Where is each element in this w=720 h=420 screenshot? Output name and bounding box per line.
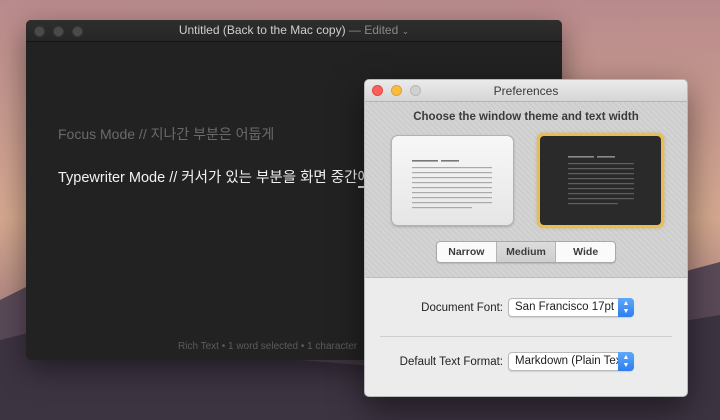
document-font-row: Document Font: San Francisco 17pt ▲ ▼ <box>365 298 687 320</box>
window-title[interactable]: Untitled (Back to the Mac copy) — Edited… <box>26 23 562 37</box>
text-format-label: Default Text Format: <box>399 356 503 368</box>
width-medium-button[interactable]: Medium <box>496 242 557 262</box>
text-format-value: Markdown (Plain Text) <box>515 355 629 367</box>
light-theme-preview-lines <box>412 160 492 209</box>
dark-theme-thumbnail[interactable] <box>537 133 664 228</box>
text-width-segmented-control: Narrow Medium Wide <box>436 241 616 263</box>
theme-heading: Choose the window theme and text width <box>413 111 639 123</box>
preferences-titlebar[interactable]: Preferences <box>365 80 687 102</box>
editor-titlebar[interactable]: Untitled (Back to the Mac copy) — Edited… <box>26 20 562 42</box>
preferences-window: Preferences Choose the window theme and … <box>364 79 688 397</box>
status-bar-text: Rich Text • 1 word selected • 1 characte… <box>178 341 358 352</box>
preferences-title: Preferences <box>493 84 559 98</box>
theme-selection-area: Choose the window theme and text width N… <box>365 102 687 278</box>
text-format-popup[interactable]: Markdown (Plain Text) ▲ ▼ <box>508 352 634 371</box>
light-theme-thumbnail[interactable] <box>391 135 514 226</box>
edited-status: — Edited <box>348 23 399 37</box>
focus-mode-text-line[interactable]: Focus Mode // 지나간 부분은 어둡게 <box>58 124 274 144</box>
document-font-popup[interactable]: San Francisco 17pt ▲ ▼ <box>508 298 634 317</box>
chevron-up-down-icon: ▲ ▼ <box>618 298 634 317</box>
chevron-down-icon[interactable]: ⌄ <box>402 26 410 36</box>
typewriter-line-text: Typewriter Mode // 커서가 있는 부분을 화면 중간 <box>58 170 358 186</box>
width-narrow-button[interactable]: Narrow <box>437 242 497 262</box>
form-divider <box>380 336 672 337</box>
width-wide-button[interactable]: Wide <box>556 242 615 262</box>
chevron-up-down-icon: ▲ ▼ <box>618 352 634 371</box>
document-title: Untitled (Back to the Mac copy) <box>178 23 346 37</box>
document-font-label: Document Font: <box>421 302 503 314</box>
dark-theme-preview-lines <box>568 156 634 205</box>
typewriter-mode-text-line[interactable]: Typewriter Mode // 커서가 있는 부분을 화면 중간에 <box>58 166 371 188</box>
document-font-value: San Francisco 17pt <box>515 301 615 313</box>
text-format-row: Default Text Format: Markdown (Plain Tex… <box>365 352 687 374</box>
